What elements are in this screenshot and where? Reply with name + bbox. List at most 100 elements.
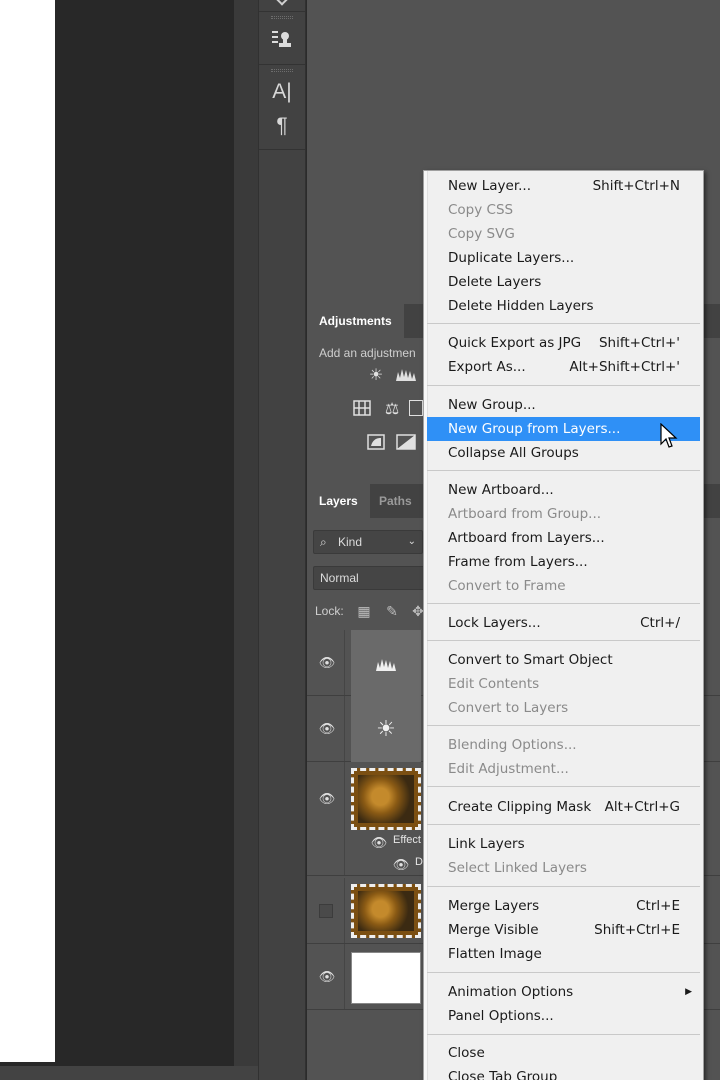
menu-item-label: Blending Options... [448,737,577,753]
eye-icon[interactable]: 👁 [317,792,337,806]
menu-item-label: New Artboard... [448,482,554,498]
menu-item-shortcut: Alt+Ctrl+G [604,799,680,815]
menu-item-label: Delete Layers [448,274,542,290]
menu-separator [427,323,700,324]
visibility-toggle-off[interactable] [319,904,333,918]
layer-filter-kind-select[interactable]: ⌕ Kind ⌄ [313,530,423,554]
lock-transparent-pixels-icon[interactable]: ▦ [355,602,373,620]
effects-eye-icon[interactable]: 👁 [369,836,389,850]
menu-item-shortcut: Shift+Ctrl+E [594,922,680,938]
selective-color-icon[interactable] [409,400,423,416]
menu-item-edit-adjustment[interactable]: Edit Adjustment... [427,757,700,781]
menu-item-label: Convert to Frame [448,578,566,594]
menu-item-new-artboard[interactable]: New Artboard... [427,478,700,502]
menu-item-link-layers[interactable]: Link Layers [427,832,700,856]
menu-item-convert-to-frame[interactable]: Convert to Frame [427,574,700,598]
menu-item-delete-layers[interactable]: Delete Layers [427,270,700,294]
menu-item-artboard-from-layers[interactable]: Artboard from Layers... [427,526,700,550]
menu-item-copy-svg[interactable]: Copy SVG [427,222,700,246]
menu-item-frame-from-layers[interactable]: Frame from Layers... [427,550,700,574]
menu-item-label: Panel Options... [448,1008,554,1024]
menu-item-label: New Group... [448,397,536,413]
tab-adjustments[interactable]: Adjustments [307,304,404,338]
menu-item-close-tab-group[interactable]: Close Tab Group [427,1065,700,1080]
menu-item-convert-to-layers[interactable]: Convert to Layers [427,696,700,720]
chevron-down-icon: ⌄ [407,536,416,547]
menu-separator [427,640,700,641]
photo-layer-thumbnail [351,884,421,938]
menu-item-convert-to-smart-object[interactable]: Convert to Smart Object [427,648,700,672]
menu-item-select-linked-layers[interactable]: Select Linked Layers [427,856,700,880]
menu-item-label: Duplicate Layers... [448,250,575,266]
brightness-contrast-icon[interactable]: ☀ [365,366,387,386]
menu-item-shortcut: Shift+Ctrl+N [592,178,680,194]
menu-separator [427,886,700,887]
eye-icon[interactable]: 👁 [317,722,337,736]
horizontal-scrollbar[interactable] [0,1066,258,1080]
panel-icon-strip: A| ¶ [258,0,306,1080]
menu-item-shortcut: Shift+Ctrl+' [598,335,680,351]
gradient-map-icon[interactable] [395,434,417,454]
menu-item-panel-options[interactable]: Panel Options... [427,1004,700,1028]
tab-layers[interactable]: Layers [307,484,370,518]
clone-source-icon[interactable] [270,27,294,51]
brightness-adjustment-thumbnail: ☀ [351,696,421,762]
lock-image-pixels-icon[interactable]: ✎ [383,602,401,620]
menu-item-label: Flatten Image [448,946,542,962]
eye-icon[interactable]: 👁 [317,970,337,984]
menu-separator [427,603,700,604]
menu-item-label: Merge Layers [448,898,540,914]
menu-item-shortcut: Ctrl+E [636,898,680,914]
character-panel-icon[interactable]: A| [270,80,294,104]
menu-item-label: Merge Visible [448,922,539,938]
menu-item-close[interactable]: Close [427,1041,700,1065]
menu-item-label: Convert to Smart Object [448,652,613,668]
menu-item-label: Delete Hidden Layers [448,298,594,314]
grip-handle[interactable] [271,16,293,19]
blend-mode-select[interactable]: Normal [313,566,433,590]
menu-item-artboard-from-group[interactable]: Artboard from Group... [427,502,700,526]
balance-icon[interactable]: ⚖ [381,400,403,420]
menu-item-edit-contents[interactable]: Edit Contents [427,672,700,696]
eye-icon[interactable]: 👁 [317,656,337,670]
effect-item-label: D [415,856,423,868]
visibility-column: 👁 [307,696,345,761]
menu-item-merge-visible[interactable]: Merge Visible Shift+Ctrl+E [427,918,700,942]
effects-label: Effect [393,834,421,846]
menu-item-merge-layers[interactable]: Merge Layers Ctrl+E [427,894,700,918]
menu-item-label: Artboard from Layers... [448,530,605,546]
layers-context-menu: New Layer... Shift+Ctrl+N Copy CSS Copy S… [423,170,704,1080]
levels-icon[interactable] [395,366,417,386]
menu-item-create-clipping-mask[interactable]: Create Clipping Mask Alt+Ctrl+G [427,795,700,819]
menu-item-delete-hidden-layers[interactable]: Delete Hidden Layers [427,294,700,318]
menu-item-copy-css[interactable]: Copy CSS [427,198,700,222]
tab-paths[interactable]: Paths [367,484,424,518]
paragraph-panel-icon[interactable]: ¶ [270,114,294,138]
effect-eye-icon[interactable]: 👁 [391,858,411,872]
menu-separator [427,725,700,726]
menu-item-quick-export-jpg[interactable]: Quick Export as JPG Shift+Ctrl+' [427,331,700,355]
menu-item-flatten-image[interactable]: Flatten Image [427,942,700,966]
document-canvas[interactable] [0,0,55,1062]
background-layer-thumbnail [351,952,421,1004]
menu-item-animation-options[interactable]: Animation Options ▶ [427,980,700,1004]
filter-kind-value: Kind [338,535,363,549]
menu-separator [427,1034,700,1035]
tool-group-type: A| ¶ [259,66,305,150]
menu-item-label: Select Linked Layers [448,860,587,876]
menu-item-blending-options[interactable]: Blending Options... [427,733,700,757]
menu-item-label: Edit Contents [448,676,540,692]
menu-item-lock-layers[interactable]: Lock Layers... Ctrl+/ [427,611,700,635]
menu-item-new-group[interactable]: New Group... [427,393,700,417]
photo-thumbnail-image [358,891,414,931]
invert-icon[interactable] [365,434,387,454]
menu-item-duplicate-layers[interactable]: Duplicate Layers... [427,246,700,270]
menu-item-new-layer[interactable]: New Layer... Shift+Ctrl+N [427,174,700,198]
adjustments-hint: Add an adjustmen [319,346,416,360]
channel-mixer-icon[interactable] [351,400,373,420]
chevron-icon[interactable] [276,0,288,6]
menu-item-export-as[interactable]: Export As... Alt+Shift+Ctrl+' [427,355,700,379]
menu-item-label: New Layer... [448,178,532,194]
grip-handle[interactable] [271,69,293,72]
visibility-column: 👁 [307,944,345,1009]
